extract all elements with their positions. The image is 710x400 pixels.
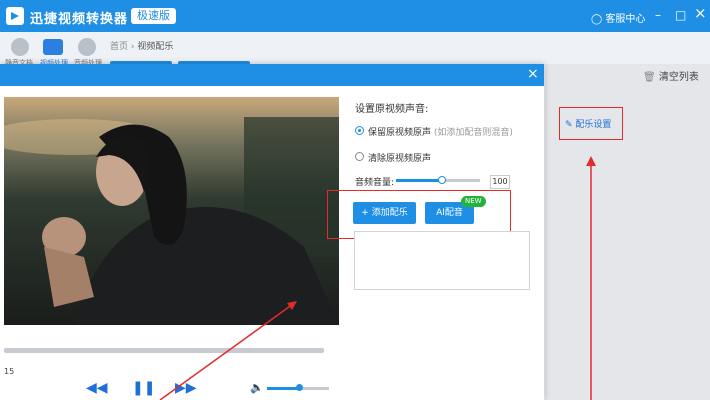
annotation-arrow-video bbox=[159, 303, 294, 400]
annotation-arrows bbox=[159, 156, 596, 400]
annotation-arrowhead-video bbox=[287, 301, 297, 310]
annotation-arrowhead-settings bbox=[586, 156, 596, 166]
